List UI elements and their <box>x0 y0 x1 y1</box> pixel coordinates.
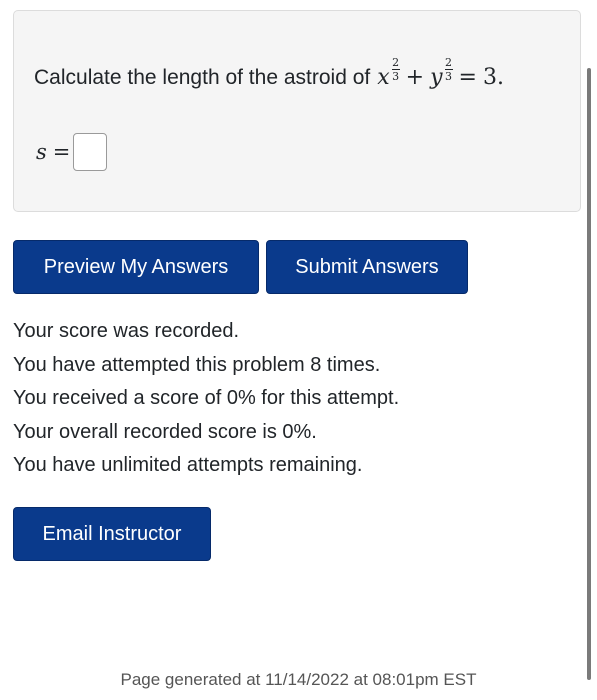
equation-rhs: 3. <box>482 65 504 90</box>
vertical-scrollbar[interactable] <box>587 68 591 680</box>
problem-statement: Calculate the length of the astroid of x… <box>34 57 504 92</box>
answer-input[interactable] <box>73 133 108 171</box>
page: Calculate the length of the astroid of x… <box>0 0 597 700</box>
equation-plus: + <box>405 65 425 90</box>
submit-answers-button[interactable]: Submit Answers <box>266 240 468 294</box>
score-status: Your score was recorded. You have attemp… <box>13 315 399 483</box>
exponent-y-num: 2 <box>445 55 453 69</box>
question-text: Calculate the length of the astroid of <box>34 66 371 89</box>
exponent-x-den: 3 <box>392 69 400 83</box>
page-generated-footer: Page generated at 11/14/2022 at 08:01pm … <box>120 670 477 689</box>
equation-var-y: y <box>430 65 443 90</box>
answer-equals: = <box>52 140 71 164</box>
status-line-attempt-score: You received a score of 0% for this atte… <box>13 387 400 409</box>
exponent-x: 23 <box>391 55 400 83</box>
exponent-y-den: 3 <box>445 69 453 83</box>
equation-equals: = <box>458 65 477 90</box>
exponent-x-num: 2 <box>392 55 400 69</box>
astroid-equation: x 2 3 + y 2 3 = 3. <box>377 57 504 92</box>
email-instructor-button[interactable]: Email Instructor <box>13 507 211 561</box>
status-line-recorded: Your score was recorded. <box>13 320 240 342</box>
preview-answers-button[interactable]: Preview My Answers <box>13 240 259 294</box>
status-line-attempts: You have attempted this problem 8 times. <box>13 353 381 376</box>
status-line-overall-score: Your overall recorded score is 0%. <box>13 420 317 443</box>
problem-panel: Calculate the length of the astroid of x… <box>13 10 581 212</box>
answer-row: s = <box>36 133 108 171</box>
exponent-y: 23 <box>444 55 453 83</box>
answer-variable: s <box>36 140 47 164</box>
status-line-remaining: You have unlimited attempts remaining. <box>13 454 363 476</box>
equation-var-x: x <box>377 65 390 90</box>
